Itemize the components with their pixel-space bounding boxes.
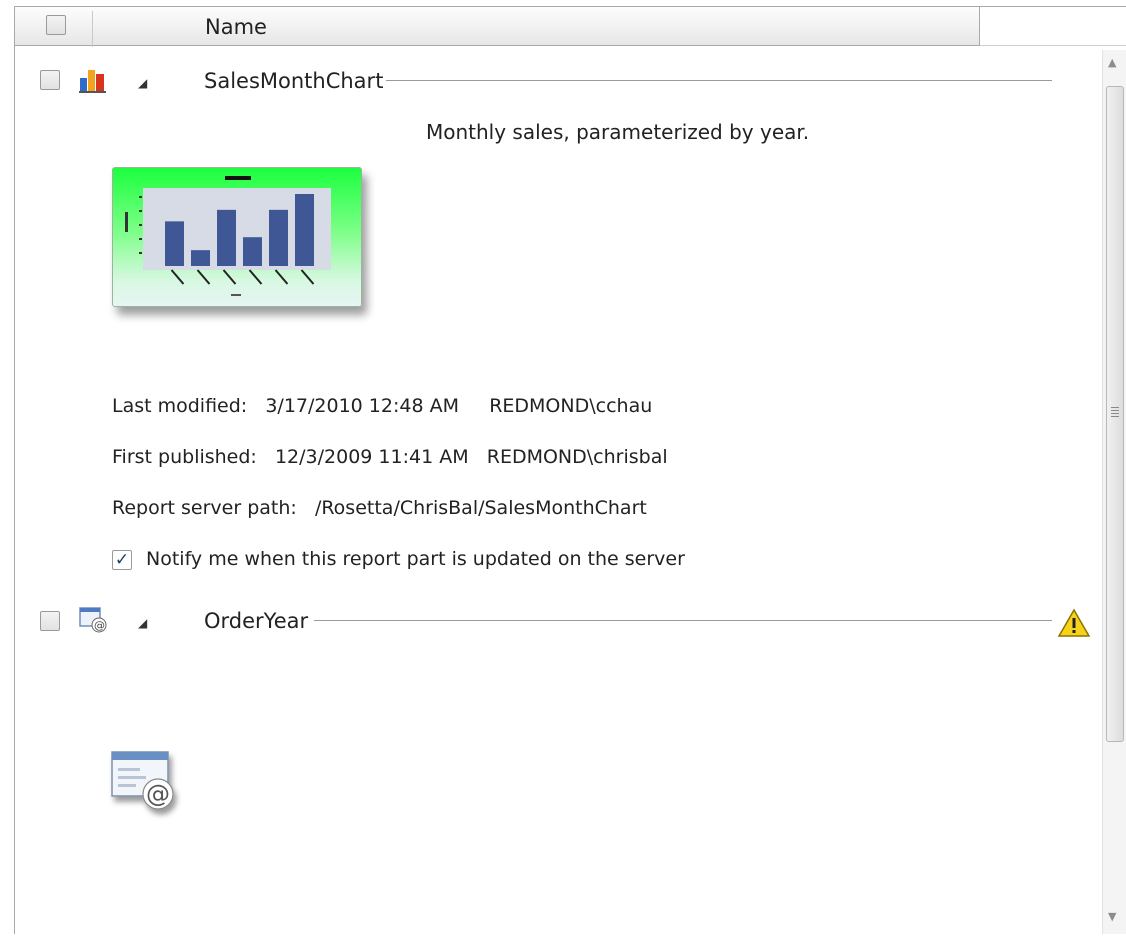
thumbnail-bar bbox=[269, 209, 288, 266]
group-divider bbox=[314, 620, 1052, 621]
thumbnail-tick-label bbox=[222, 269, 237, 285]
header-filler bbox=[980, 6, 1126, 46]
server-path-row: Report server path: /Rosetta/ChrisBal/Sa… bbox=[112, 497, 647, 519]
notify-checkbox[interactable]: ✓ bbox=[112, 550, 132, 570]
last-modified-value: 3/17/2010 12:48 AM bbox=[265, 395, 459, 417]
part-title: OrderYear bbox=[204, 609, 309, 633]
collapse-icon[interactable]: ◢ bbox=[138, 616, 147, 630]
thumbnail-bar bbox=[165, 221, 184, 266]
thumbnail-tick-label bbox=[170, 269, 185, 285]
header-separator bbox=[92, 11, 93, 47]
first-published-value: 12/3/2009 11:41 AM bbox=[274, 446, 469, 468]
first-published-row: First published: 12/3/2009 11:41 AM REDM… bbox=[112, 446, 668, 468]
first-published-label: First published: bbox=[112, 446, 257, 468]
last-modified-user: REDMOND\cchau bbox=[489, 395, 653, 417]
part-checkbox-salesmonthchart[interactable] bbox=[40, 70, 60, 90]
chart-thumbnail[interactable] bbox=[112, 167, 362, 307]
scroll-down-icon[interactable]: ▼ bbox=[1108, 910, 1116, 923]
column-header: Name bbox=[14, 6, 980, 47]
parameter-large-icon: @ bbox=[111, 751, 174, 810]
svg-text:@: @ bbox=[94, 619, 105, 632]
last-modified-label: Last modified: bbox=[112, 395, 248, 417]
thumbnail-bar bbox=[243, 237, 262, 266]
server-path-label: Report server path: bbox=[112, 497, 297, 519]
collapse-icon[interactable]: ◢ bbox=[138, 76, 147, 90]
server-path-value: /Rosetta/ChrisBal/SalesMonthChart bbox=[314, 497, 647, 519]
thumbnail-axis-mark bbox=[231, 294, 241, 296]
thumbnail-bar bbox=[191, 250, 210, 266]
chart-icon bbox=[79, 70, 106, 93]
scrollbar-thumb[interactable] bbox=[1106, 86, 1124, 742]
thumbnail-bar bbox=[217, 209, 236, 266]
grip-icon bbox=[1111, 407, 1119, 419]
thumbnail-tick-labels bbox=[170, 269, 315, 285]
thumbnail-y-ticks bbox=[125, 196, 142, 254]
thumbnail-chart-svg bbox=[125, 176, 331, 296]
part-checkbox-orderyear[interactable] bbox=[40, 611, 60, 631]
group-divider bbox=[386, 80, 1052, 81]
thumbnail-tick-label bbox=[274, 269, 289, 285]
thumbnail-title-mark bbox=[225, 176, 251, 180]
svg-text:@: @ bbox=[146, 780, 170, 808]
first-published-user: REDMOND\chrisbal bbox=[486, 446, 668, 468]
dataset-parameter-icon: @ bbox=[79, 607, 107, 633]
part-description: Monthly sales, parameterized by year. bbox=[426, 120, 810, 144]
select-all-checkbox[interactable] bbox=[46, 15, 66, 35]
name-column-header[interactable]: Name bbox=[205, 15, 267, 39]
thumbnail-tick-label bbox=[196, 269, 211, 285]
notify-label[interactable]: Notify me when this report part is updat… bbox=[146, 548, 685, 570]
vertical-scrollbar[interactable]: ▲ ▼ bbox=[1102, 50, 1126, 934]
last-modified-row: Last modified: 3/17/2010 12:48 AM REDMON… bbox=[112, 395, 652, 417]
thumbnail-bar bbox=[295, 194, 314, 266]
thumbnail-tick-label bbox=[248, 269, 263, 285]
warning-icon[interactable] bbox=[1057, 608, 1091, 638]
thumbnail-tick-label bbox=[300, 269, 315, 285]
scroll-up-icon[interactable]: ▲ bbox=[1108, 56, 1116, 69]
part-title: SalesMonthChart bbox=[204, 69, 384, 93]
